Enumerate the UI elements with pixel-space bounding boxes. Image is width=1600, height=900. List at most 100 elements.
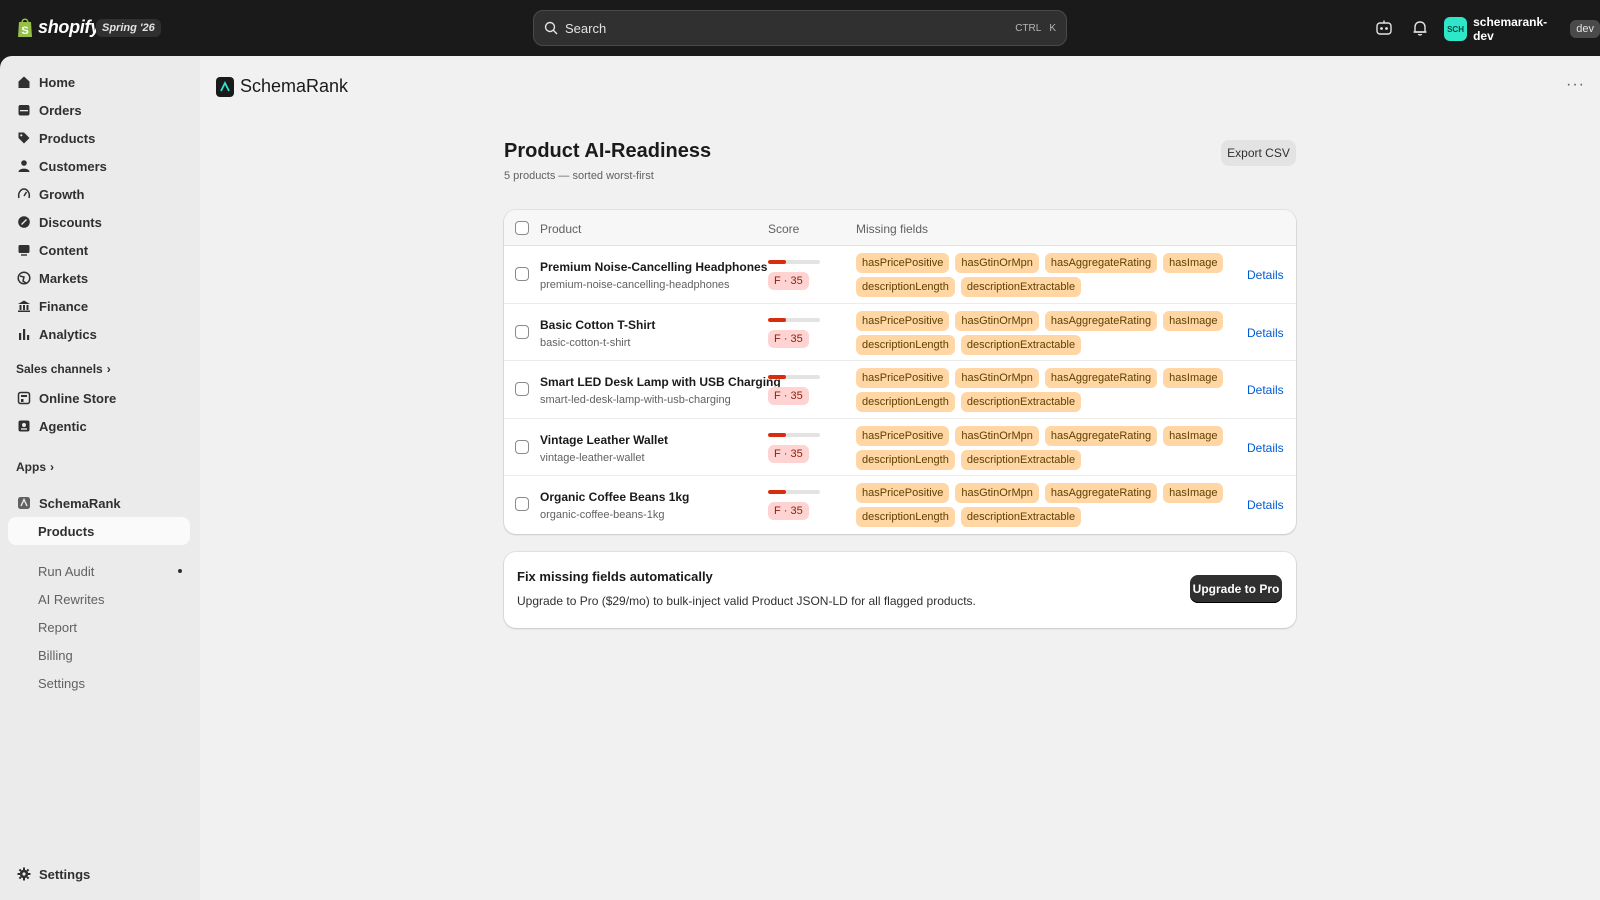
chevron-right-icon: › [50,460,54,474]
sidebar-item-label: Products [39,130,96,146]
product-name: Organic Coffee Beans 1kg [540,490,690,505]
missing-field-tag: descriptionExtractable [960,392,1082,413]
column-header-missing-fields: Missing fields [856,222,929,236]
sidebar-item-home[interactable]: Home [8,68,190,96]
search-bar[interactable]: Search CTRL K [533,10,1067,46]
details-link[interactable]: Details [1247,268,1284,282]
score-bar [768,375,820,380]
app-pin-dot [178,569,182,573]
sidebar-item-finance[interactable]: Finance [8,292,190,320]
grade-badge: F · 35 [768,329,809,348]
sidebar-item-schemarank[interactable]: SchemaRank [8,489,190,517]
missing-field-tag: descriptionLength [856,334,955,355]
score-bar [768,260,820,264]
score-bar-fill [768,490,787,495]
sidebar-item-growth[interactable]: Growth [8,180,190,208]
missing-field-tag: hasImage [1163,253,1224,273]
shortcut-ctrl: CTRL [1015,22,1042,34]
sidebar-subitem-products[interactable]: Products [8,517,190,545]
select-all-checkbox[interactable] [515,221,529,235]
shopify-bag-icon: S [18,18,32,37]
missing-fields: hasPricePositive hasGtinOrMpn hasAggregate… [856,425,1226,470]
score-bar-fill [768,260,787,264]
user-menu[interactable]: SCH schemarank-dev dev [1444,15,1600,43]
content-icon [18,245,30,256]
table-row: Smart LED Desk Lamp with USB Charging sma… [504,361,1296,419]
sidebar-item-label: Growth [39,186,85,202]
promo-title: Fix missing fields automatically [517,569,713,584]
sidebar-item-label: Orders [39,102,82,118]
sidebar-item-settings[interactable]: Settings [8,860,190,888]
row-checkbox[interactable] [515,497,529,512]
search-icon [544,21,558,35]
sidebar-item-content[interactable]: Content [8,236,190,264]
details-link[interactable]: Details [1247,383,1284,397]
table-header: Product Score Missing fields [504,210,1296,246]
missing-field-tag: hasAggregateRating [1044,368,1158,389]
product-name: Vintage Leather Wallet [540,432,669,447]
row-checkbox[interactable] [515,324,529,339]
inbox-icon [18,105,30,116]
sidebar-item-online-store[interactable]: Online Store [8,384,190,412]
table-row: Basic Cotton T-Shirt basic-cotton-t-shirt… [504,304,1296,362]
sidebar-item-label: Settings [39,866,91,882]
top-bar: S shopify Spring '26 Search CTRL K SCH s… [0,0,1600,56]
product-name: Smart LED Desk Lamp with USB Charging [540,375,781,390]
apps-heading[interactable]: Apps › [16,460,54,474]
chart-icon [19,329,30,340]
upgrade-to-pro-button[interactable]: Upgrade to Pro [1190,575,1282,603]
sidebar-item-discounts[interactable]: Discounts [8,208,190,236]
row-checkbox[interactable] [515,382,529,397]
sidebar-item-label: Home [39,74,76,90]
sidebar-subitem-billing[interactable]: Billing [38,648,73,663]
store-name: schemarank-dev [1473,15,1548,43]
missing-field-tag: hasImage [1163,483,1224,504]
sidebar-subitem-report[interactable]: Report [38,620,77,635]
sidebar-item-orders[interactable]: Orders [8,96,190,124]
row-checkbox[interactable] [515,439,529,454]
missing-field-tag: hasPricePositive [856,425,950,446]
product-handle: premium-noise-cancelling-headphones [540,279,730,291]
sidebar-item-customers[interactable]: Customers [8,152,190,180]
gear-icon [17,867,31,881]
shopify-logo[interactable]: S shopify [16,16,100,38]
home-icon [18,76,30,88]
sidebar-item-markets[interactable]: Markets [8,264,190,292]
svg-text:S: S [21,25,28,37]
sidebar-item-agentic[interactable]: Agentic [8,412,190,440]
details-link[interactable]: Details [1247,498,1284,512]
sidebar-item-analytics[interactable]: Analytics [8,320,190,348]
missing-field-tag: hasPricePositive [856,253,950,273]
dev-badge: dev [1570,20,1600,38]
products-table: Product Score Missing fields Premium Noi… [504,210,1296,534]
sidekick-icon[interactable] [1375,19,1393,37]
sidebar-item-products[interactable]: Products [8,124,190,152]
more-actions-icon[interactable]: ··· [1566,76,1585,94]
sidebar-subitem-run-audit[interactable]: Run Audit [38,564,94,579]
export-csv-button[interactable]: Export CSV [1221,140,1296,166]
sidebar-subitem-settings[interactable]: Settings [38,676,85,691]
product-name: Basic Cotton T-Shirt [540,317,656,332]
brand-wordmark: shopify [38,16,100,37]
globe-icon [17,271,31,285]
avatar: SCH [1444,17,1468,41]
missing-field-tag: hasGtinOrMpn [955,310,1039,331]
upgrade-promo-card: Fix missing fields automatically Upgrade… [504,552,1296,628]
product-handle: basic-cotton-t-shirt [540,336,631,349]
missing-fields: hasPricePositive hasGtinOrMpn hasAggregate… [856,483,1226,528]
missing-field-tag: hasAggregateRating [1044,253,1158,273]
score-bar-fill [768,375,787,380]
bell-icon[interactable] [1411,19,1429,37]
table-row: Organic Coffee Beans 1kg organic-coffee-b… [504,476,1296,534]
sales-channels-heading[interactable]: Sales channels › [16,362,111,376]
score-bar [768,317,820,322]
details-link[interactable]: Details [1247,441,1284,455]
row-checkbox[interactable] [515,267,529,281]
agent-icon [18,420,30,432]
sidebar-subitem-ai-rewrites[interactable]: AI Rewrites [38,592,104,607]
details-link[interactable]: Details [1247,326,1284,340]
schemarank-app-icon [18,497,30,509]
sidebar-item-label: Analytics [39,326,97,342]
product-handle: smart-led-desk-lamp-with-usb-charging [540,394,731,407]
column-header-product: Product [540,222,582,236]
